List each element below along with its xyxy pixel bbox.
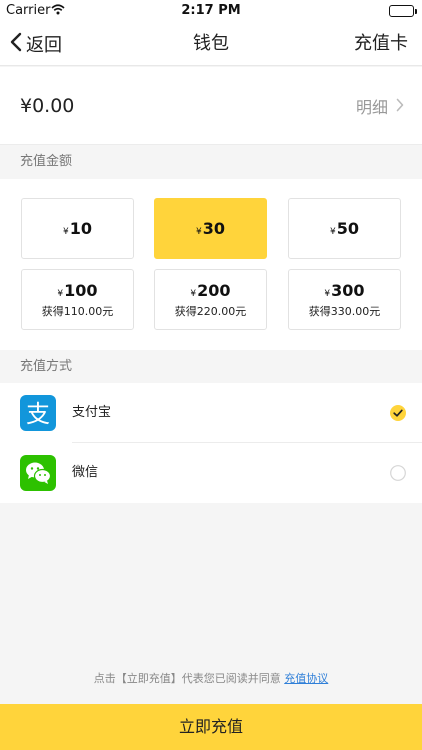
amount-option-10[interactable]: ¥10 — [21, 198, 134, 259]
amount-price: ¥100 — [57, 280, 98, 300]
payment-option-wechat[interactable]: 微信 — [0, 443, 422, 503]
recharge-card-button[interactable]: 充值卡 — [354, 22, 408, 66]
details-button[interactable]: 明细 — [356, 67, 404, 145]
amount-option-300[interactable]: ¥300 获得330.00元 — [288, 269, 401, 330]
amount-bonus: 获得220.00元 — [174, 304, 247, 318]
amount-option-200[interactable]: ¥200 获得220.00元 — [154, 269, 267, 330]
amount-grid: ¥10 ¥30 ¥50 ¥100 获得110.00元 ¥200 获得220.00… — [0, 179, 422, 350]
checkmark-icon — [390, 405, 406, 421]
agreement-text: 点击【立即充值】代表您已阅读并同意 — [93, 672, 281, 685]
amount-bonus: 获得110.00元 — [41, 304, 114, 318]
payment-label: 微信 — [72, 465, 99, 480]
balance-amount: ¥0.00 — [20, 95, 75, 117]
amount-option-50[interactable]: ¥50 — [288, 198, 401, 259]
back-label: 返回 — [26, 35, 62, 56]
wallet-screen: Carrier 2:17 PM 返回 钱包 充值卡 ¥0.00 明细 充值金额 … — [0, 0, 422, 750]
radio-unchecked-icon — [390, 465, 406, 481]
recharge-agreement-link[interactable]: 充值协议 — [284, 672, 328, 685]
agreement-notice: 点击【立即充值】代表您已阅读并同意 充值协议 — [0, 668, 422, 690]
status-time: 2:17 PM — [181, 3, 241, 18]
balance-row: ¥0.00 明细 — [0, 67, 422, 145]
svg-text:支: 支 — [26, 400, 50, 428]
amount-price: ¥30 — [196, 219, 225, 238]
payment-label: 支付宝 — [72, 405, 112, 420]
amount-price: ¥300 — [324, 280, 365, 300]
amount-section-header: 充值金额 — [0, 145, 422, 179]
alipay-icon: 支 — [20, 395, 56, 431]
amount-bonus: 获得330.00元 — [308, 304, 381, 318]
wechat-icon — [20, 455, 56, 491]
amount-price: ¥200 — [190, 280, 231, 300]
back-button[interactable]: 返回 — [10, 22, 62, 66]
battery-icon — [389, 5, 417, 17]
chevron-right-icon — [396, 97, 404, 116]
amount-option-30[interactable]: ¥30 — [154, 198, 267, 259]
payment-section-header: 充值方式 — [0, 350, 422, 384]
amount-option-100[interactable]: ¥100 获得110.00元 — [21, 269, 134, 330]
payment-methods: 支 支付宝 微信 — [0, 383, 422, 503]
payment-option-alipay[interactable]: 支 支付宝 — [0, 383, 422, 443]
nav-bar: 返回 钱包 充值卡 — [0, 22, 422, 66]
amount-price: ¥10 — [63, 219, 92, 238]
chevron-left-icon — [10, 32, 22, 56]
recharge-now-button[interactable]: 立即充值 — [0, 704, 422, 750]
details-label: 明细 — [355, 98, 388, 117]
amount-price: ¥50 — [330, 219, 359, 238]
status-bar: Carrier 2:17 PM — [0, 0, 422, 22]
